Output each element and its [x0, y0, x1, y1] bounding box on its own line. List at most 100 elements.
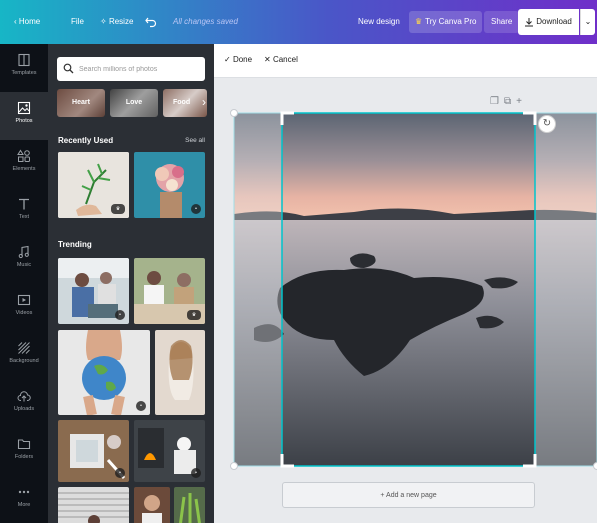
rail-photos[interactable]: Photos: [0, 92, 48, 140]
folders-icon: [17, 437, 31, 451]
cancel-button[interactable]: ✕ Cancel: [264, 55, 298, 64]
crown-icon: ♛: [415, 17, 423, 26]
woman-portrait-image: [155, 330, 205, 415]
suggestion-chips: Heart Love Food ›: [57, 89, 214, 117]
resize-label: Resize: [108, 17, 134, 26]
search-icon: [63, 63, 74, 74]
rail-music[interactable]: Music: [0, 236, 48, 284]
photo-thumb[interactable]: [155, 330, 205, 415]
side-navigation: Templates Photos Elements Text Music Vid…: [0, 44, 48, 523]
music-icon: [17, 245, 31, 259]
man-portrait-image: [134, 487, 170, 523]
file-menu-button[interactable]: File: [71, 0, 84, 44]
home-button[interactable]: ‹ Home: [14, 0, 40, 44]
rail-uploads-label: Uploads: [13, 406, 35, 412]
crown-icon: ♛: [111, 204, 125, 214]
chevron-left-icon: ‹: [14, 17, 17, 26]
rail-videos[interactable]: Videos: [0, 284, 48, 332]
resize-handle[interactable]: [230, 109, 238, 117]
rail-music-label: Music: [16, 262, 32, 268]
rotate-icon[interactable]: ↻: [538, 115, 556, 133]
resize-button[interactable]: ✧ Resize: [100, 0, 133, 44]
photo-thumb[interactable]: •: [58, 330, 150, 415]
rail-uploads[interactable]: Uploads: [0, 380, 48, 428]
download-icon: [525, 17, 533, 27]
photos-icon: [17, 101, 31, 115]
crop-shade-right: [535, 113, 597, 466]
photo-thumb[interactable]: [58, 487, 129, 523]
add-page-button[interactable]: + Add a new page: [282, 482, 535, 508]
photo-thumb[interactable]: •: [134, 152, 205, 218]
crop-shade-left: [234, 113, 282, 466]
videos-icon: [17, 293, 31, 307]
design-canvas: ❐⧉+ ↻ + Add a new page: [214, 78, 597, 523]
download-label: Download: [536, 17, 572, 26]
duplicate-page-icon[interactable]: ❐: [490, 96, 504, 107]
page-actions: ❐⧉+: [490, 96, 527, 107]
download-options-button[interactable]: ⌄: [580, 9, 595, 35]
recently-used-heading: Recently Used: [58, 136, 114, 145]
done-label: Done: [232, 55, 253, 64]
crop-workspace: [230, 109, 597, 470]
rail-text[interactable]: Text: [0, 188, 48, 236]
canva-editor: ‹ Home File ✧ Resize All changes saved N…: [0, 0, 597, 523]
rail-more[interactable]: More: [0, 476, 48, 523]
done-button[interactable]: ✓ Done: [224, 55, 252, 64]
rail-templates-label: Templates: [11, 70, 37, 76]
photo-search-input[interactable]: [79, 60, 199, 78]
rail-folders-label: Folders: [14, 454, 34, 460]
see-all-link[interactable]: See all: [185, 137, 205, 144]
rail-templates[interactable]: Templates: [0, 44, 48, 92]
share-button[interactable]: Share: [484, 11, 520, 33]
photo-thumb[interactable]: [134, 487, 170, 523]
rail-photos-label: Photos: [15, 118, 33, 124]
cancel-label: Cancel: [272, 55, 298, 64]
rail-text-label: Text: [18, 214, 30, 220]
background-icon: [17, 341, 31, 355]
crop-toolbar: ✓ Done ✕ Cancel: [214, 44, 597, 78]
rail-elements[interactable]: Elements: [0, 140, 48, 188]
crown-icon: ♛: [187, 310, 201, 320]
checkmark-icon: ✓: [224, 55, 231, 64]
resize-handle[interactable]: [230, 462, 238, 470]
rail-background-label: Background: [9, 358, 39, 364]
rail-folders[interactable]: Folders: [0, 428, 48, 476]
save-status: All changes saved: [173, 17, 238, 26]
add-page-icon[interactable]: +: [516, 96, 527, 107]
undo-icon: [145, 17, 157, 27]
undo-button[interactable]: [145, 0, 157, 44]
photo-thumb[interactable]: ♛: [58, 152, 129, 218]
chevron-down-icon: ⌄: [584, 17, 592, 26]
trending-heading: Trending: [58, 240, 92, 249]
chip-food[interactable]: Food: [163, 89, 207, 117]
photo-thumb[interactable]: ♛: [134, 258, 205, 324]
close-icon: ✕: [264, 55, 271, 64]
rail-elements-label: Elements: [12, 166, 36, 172]
info-badge: •: [136, 401, 146, 411]
try-canva-pro-button[interactable]: ♛ Try Canva Pro: [409, 11, 483, 33]
info-badge: •: [191, 468, 201, 478]
photo-thumb[interactable]: •: [58, 258, 129, 324]
download-button[interactable]: Download: [518, 9, 579, 35]
chip-heart[interactable]: Heart: [57, 89, 105, 117]
chevron-right-icon[interactable]: ›: [202, 95, 206, 109]
plants-image: [174, 487, 205, 523]
photos-panel: Heart Love Food › Recently Used See all …: [48, 44, 214, 523]
info-badge: •: [191, 204, 201, 214]
new-design-button[interactable]: New design: [358, 0, 400, 44]
try-pro-label: Try Canva Pro: [425, 17, 477, 26]
more-icon: [17, 485, 31, 499]
copy-page-icon[interactable]: ⧉: [504, 96, 516, 107]
photo-thumb[interactable]: [174, 487, 205, 523]
chip-love[interactable]: Love: [110, 89, 158, 117]
photo-thumb[interactable]: •: [58, 420, 129, 482]
info-badge: •: [115, 468, 125, 478]
elements-icon: [17, 149, 31, 163]
rail-videos-label: Videos: [15, 310, 33, 316]
rail-background[interactable]: Background: [0, 332, 48, 380]
top-bar: ‹ Home File ✧ Resize All changes saved N…: [0, 0, 597, 44]
uploads-icon: [17, 389, 31, 403]
photo-thumb[interactable]: •: [134, 420, 205, 482]
photo-search-box[interactable]: [57, 57, 205, 81]
resize-handle[interactable]: [593, 462, 597, 470]
